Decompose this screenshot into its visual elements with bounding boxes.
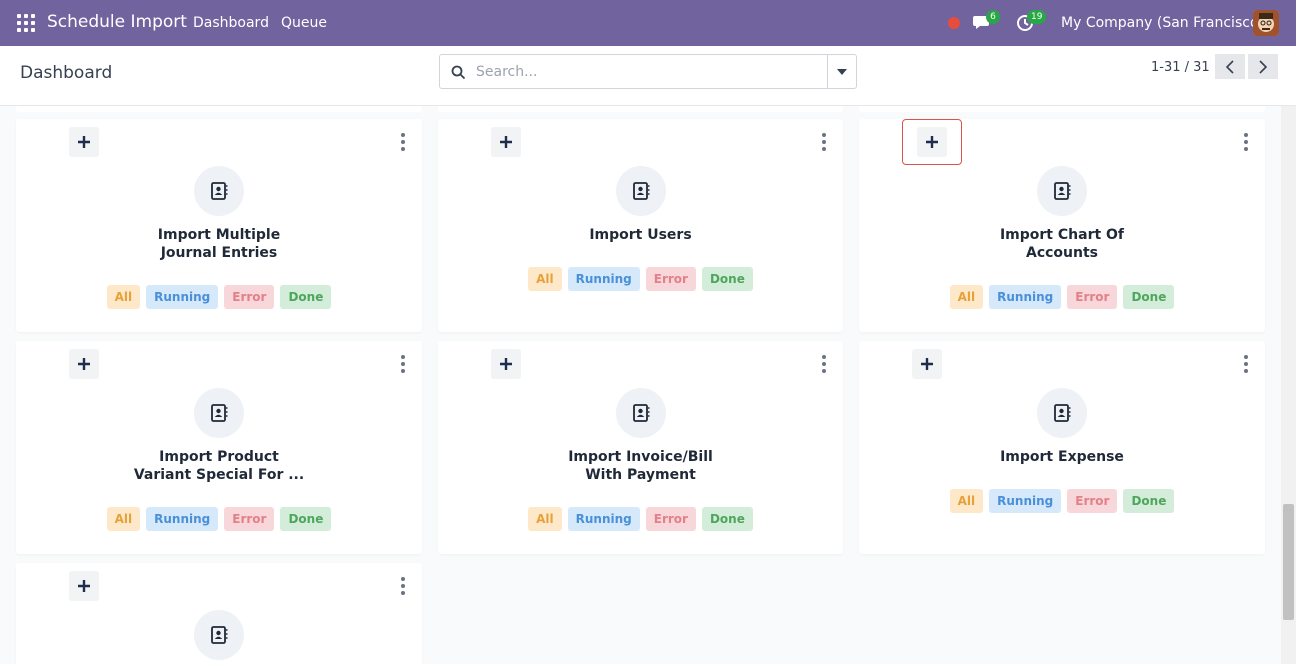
tag-done[interactable]: Done (701, 507, 753, 531)
add-import-button[interactable] (69, 127, 99, 157)
tag-error[interactable]: Error (645, 267, 696, 291)
search-box[interactable] (439, 54, 857, 89)
search-input[interactable] (476, 56, 826, 87)
tag-all[interactable]: All (528, 507, 562, 531)
pager-value[interactable]: 1-31 / 31 (1151, 60, 1210, 75)
tag-running[interactable]: Running (146, 507, 219, 531)
import-card[interactable]: Import Multiple Journal Entries All Runni… (16, 119, 422, 332)
plus-icon (78, 136, 90, 148)
pager-next-button[interactable] (1248, 54, 1278, 79)
activity-count-badge: 19 (1027, 10, 1047, 24)
card-title: Import Chart Of Accounts (999, 227, 1125, 261)
company-switcher[interactable]: My Company (San Francisco) (1061, 15, 1264, 31)
status-tags: All Running Error Done (859, 489, 1265, 513)
pager-previous-button[interactable] (1215, 54, 1245, 79)
add-import-button[interactable] (69, 571, 99, 601)
tag-all[interactable]: All (949, 285, 984, 309)
add-import-button[interactable] (69, 349, 99, 379)
search-icon (451, 65, 466, 80)
card-menu-kebab-icon[interactable] (821, 133, 827, 151)
status-tags: All Running Error Done (16, 507, 422, 531)
card-menu-kebab-icon[interactable] (400, 355, 406, 373)
tag-done[interactable]: Done (1123, 489, 1175, 513)
add-import-button[interactable] (912, 349, 942, 379)
plus-icon (500, 136, 512, 148)
card-menu-kebab-icon[interactable] (400, 577, 406, 595)
record-indicator-icon[interactable] (948, 17, 960, 29)
card-title: Import Product Variant Special For ... (133, 449, 305, 483)
card-title: Import Invoice/Bill With Payment (568, 449, 713, 483)
search-options-toggle[interactable] (827, 55, 856, 88)
card-menu-kebab-icon[interactable] (1243, 133, 1249, 151)
add-import-button[interactable] (902, 119, 962, 165)
card-partial-top (16, 106, 422, 112)
tag-running[interactable]: Running (567, 267, 640, 291)
tag-running[interactable]: Running (989, 285, 1062, 309)
chat-count-badge: 6 (986, 10, 1000, 24)
import-card[interactable]: Import Product Variant Special For ... Al… (16, 341, 422, 554)
card-title: Import Users (589, 227, 692, 243)
add-import-button[interactable] (491, 349, 521, 379)
contact-book-icon (1037, 166, 1087, 216)
plus-icon (78, 358, 90, 370)
card-title: Import Expense (1000, 449, 1124, 465)
import-card[interactable]: Import Chart Of Accounts All Running Erro… (859, 119, 1265, 332)
user-avatar[interactable] (1253, 10, 1279, 36)
plus-icon (921, 358, 933, 370)
tag-all[interactable]: All (528, 267, 562, 291)
contact-book-icon (194, 388, 244, 438)
import-card[interactable]: Import Users All Running Error Done (438, 119, 843, 332)
card-menu-kebab-icon[interactable] (1243, 355, 1249, 373)
import-card[interactable] (16, 563, 422, 664)
control-panel: Dashboard 1-31 / 31 (0, 46, 1296, 106)
contact-book-icon (194, 166, 244, 216)
plus-icon (78, 580, 90, 592)
tag-all[interactable]: All (106, 285, 141, 309)
tag-running[interactable]: Running (989, 489, 1062, 513)
tag-all[interactable]: All (106, 507, 141, 531)
caret-down-icon (837, 68, 847, 75)
nav-link-queue[interactable]: Queue (281, 15, 327, 31)
chevron-left-icon (1226, 59, 1234, 74)
tag-error[interactable]: Error (1067, 285, 1118, 309)
nav-link-dashboard[interactable]: Dashboard (193, 15, 269, 31)
contact-book-icon (616, 388, 666, 438)
tag-error[interactable]: Error (224, 507, 275, 531)
top-navbar: Schedule Import Dashboard Queue 6 19 My … (0, 0, 1296, 46)
page-scrollbar[interactable] (1281, 106, 1296, 664)
apps-menu-icon[interactable] (17, 14, 35, 32)
import-card[interactable]: Import Invoice/Bill With Payment All Runn… (438, 341, 843, 554)
tag-running[interactable]: Running (567, 507, 640, 531)
contact-book-icon (194, 610, 244, 660)
card-partial-top (438, 106, 843, 112)
status-tags: All Running Error Done (859, 285, 1265, 309)
tag-running[interactable]: Running (146, 285, 219, 309)
tag-all[interactable]: All (949, 489, 984, 513)
card-title: Import Multiple Journal Entries (157, 227, 281, 261)
tag-error[interactable]: Error (224, 285, 275, 309)
plus-icon (500, 358, 512, 370)
tag-done[interactable]: Done (280, 507, 332, 531)
status-tags: All Running Error Done (438, 267, 843, 291)
tag-error[interactable]: Error (645, 507, 696, 531)
chevron-right-icon (1259, 59, 1267, 74)
import-card[interactable]: Import Expense All Running Error Done (859, 341, 1265, 554)
status-tags: All Running Error Done (438, 507, 843, 531)
app-brand[interactable]: Schedule Import (47, 12, 187, 32)
plus-icon (926, 136, 938, 148)
card-menu-kebab-icon[interactable] (821, 355, 827, 373)
contact-book-icon (616, 166, 666, 216)
tag-done[interactable]: Done (280, 285, 332, 309)
scrollbar-thumb[interactable] (1283, 504, 1294, 620)
card-menu-kebab-icon[interactable] (400, 133, 406, 151)
add-import-button[interactable] (491, 127, 521, 157)
card-partial-top (859, 106, 1265, 112)
tag-done[interactable]: Done (1123, 285, 1175, 309)
status-tags: All Running Error Done (16, 285, 422, 309)
page-title: Dashboard (20, 63, 113, 83)
tag-done[interactable]: Done (701, 267, 753, 291)
tag-error[interactable]: Error (1067, 489, 1118, 513)
contact-book-icon (1037, 388, 1087, 438)
